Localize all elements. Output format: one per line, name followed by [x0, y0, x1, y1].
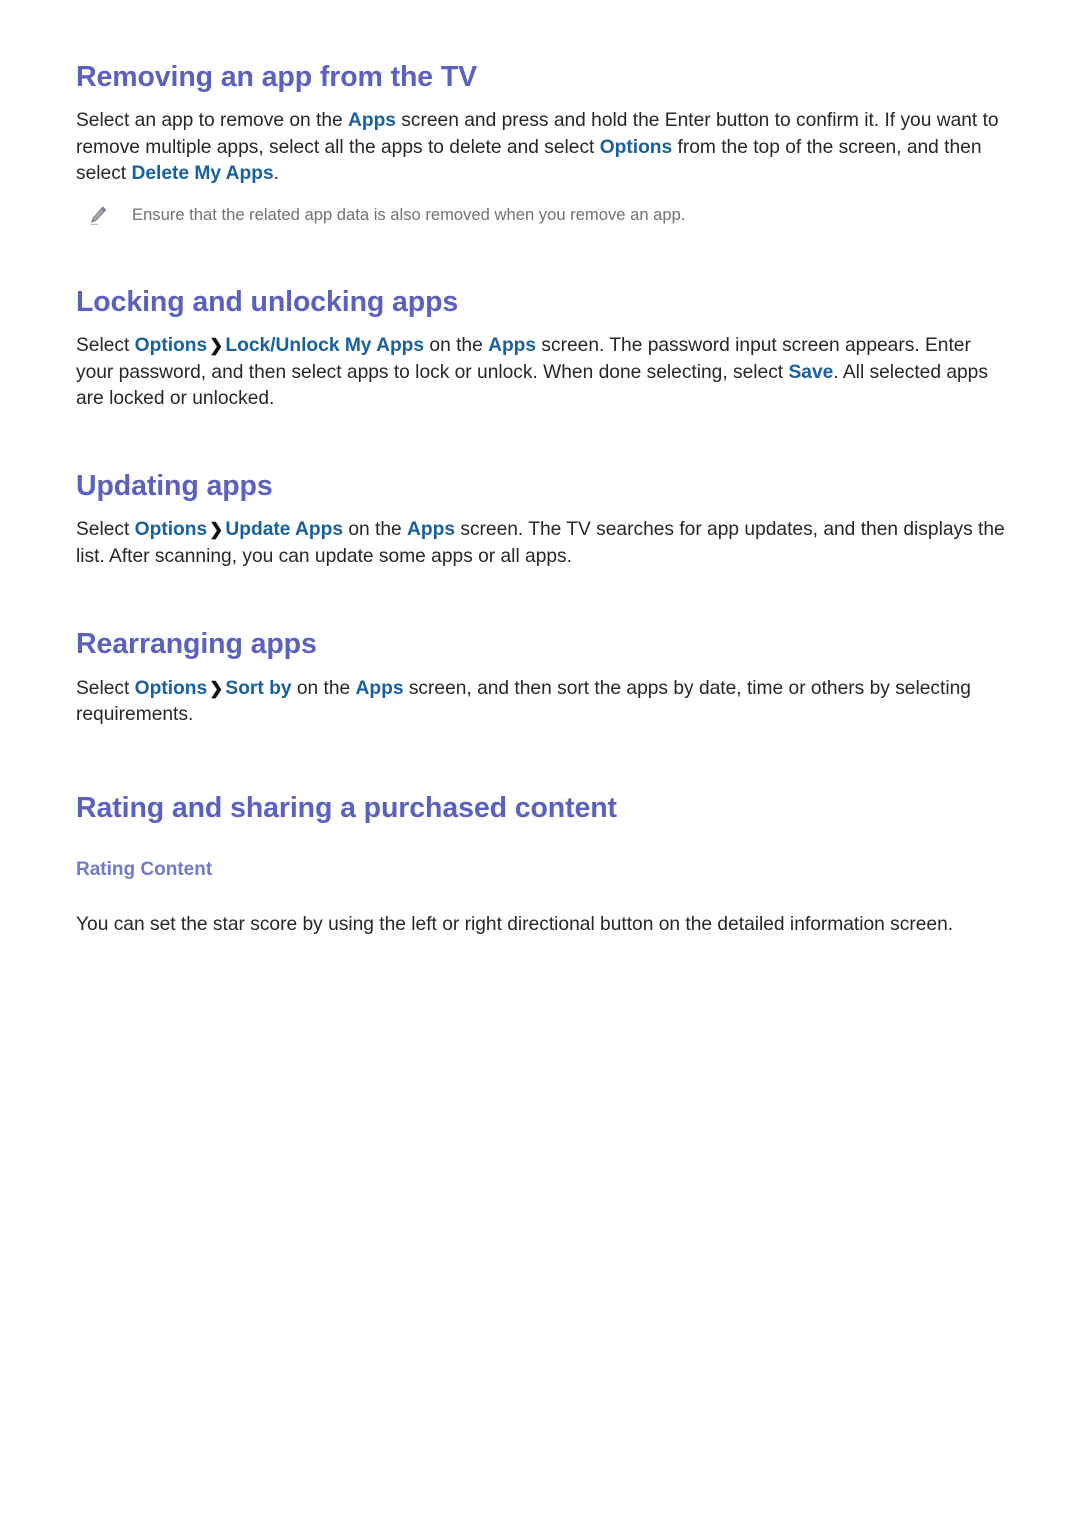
paragraph-removing-app: Select an app to remove on the Apps scre… [76, 110, 999, 185]
section-title-rating-sharing: Rating and sharing a purchased content [76, 791, 617, 824]
section-title-updating-apps: Updating apps [76, 469, 273, 502]
section-title-rearranging-apps: Rearranging apps [76, 628, 317, 661]
paragraph-rating-content: You can set the star score by using the … [76, 913, 954, 935]
pencil-icon [89, 205, 109, 227]
chevron-right-icon: ❯ [209, 336, 224, 356]
inline-menu-reference: Options [599, 136, 673, 158]
note-text-removing-app: Ensure that the related app data is also… [132, 204, 686, 224]
section-updating-apps: Updating apps Select Options ❯ Update Apps… [76, 469, 1006, 570]
section-title-removing-app: Removing an app from the TV [76, 61, 478, 93]
inline-menu-reference: Apps [488, 335, 537, 357]
inline-menu-reference: Sort by [225, 677, 292, 699]
chevron-right-icon: ❯ [209, 520, 224, 540]
section-rating-sharing: Rating and sharing a purchased content R… [76, 791, 1006, 939]
inline-menu-reference: Delete My Apps [131, 163, 274, 185]
inline-menu-reference: Save [788, 361, 834, 383]
note-removing-app: Ensure that the related app data is also… [89, 204, 1006, 227]
document-page: Removing an app from the TV Select an ap… [0, 0, 1080, 1527]
inline-menu-reference: Options [134, 677, 208, 699]
section-locking-unlocking: Locking and unlocking apps Select Option… [76, 285, 1006, 413]
inline-menu-reference: Apps [355, 677, 404, 699]
inline-menu-reference: Apps [407, 519, 456, 541]
section-title-locking-unlocking: Locking and unlocking apps [76, 285, 459, 318]
chevron-right-icon: ❯ [209, 678, 224, 698]
inline-menu-reference: Update Apps [225, 519, 344, 541]
paragraph-rearranging-apps: Select Options ❯ Sort by on the Apps scree… [76, 677, 971, 726]
paragraph-locking-unlocking: Select Options ❯ Lock/Unlock My Apps on th… [76, 335, 988, 410]
document-content: Removing an app from the TV Select an ap… [76, 60, 1006, 938]
paragraph-updating-apps: Select Options ❯ Update Apps on the Apps s… [76, 519, 1005, 567]
section-removing-app: Removing an app from the TV Select an ap… [76, 60, 1006, 227]
inline-menu-reference: Options [134, 519, 208, 541]
inline-menu-reference: Apps [348, 110, 396, 132]
inline-menu-reference: Lock/Unlock My Apps [225, 335, 425, 357]
subsection-title-rating-content: Rating Content [76, 858, 213, 880]
title-spacer [76, 839, 1006, 859]
inline-menu-reference: Options [134, 335, 208, 357]
section-rearranging-apps: Rearranging apps Select Options ❯ Sort by … [76, 627, 1006, 728]
